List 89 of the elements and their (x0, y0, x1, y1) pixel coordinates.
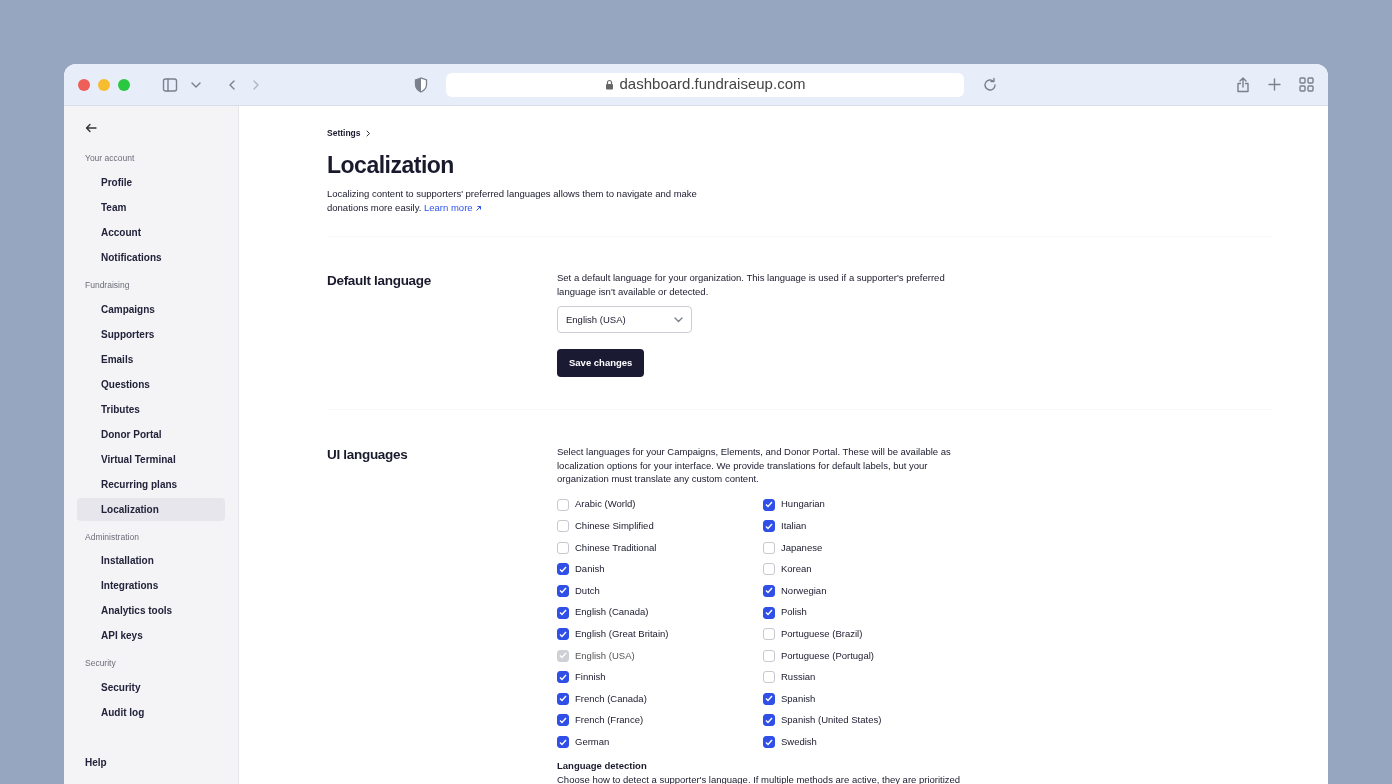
help-link[interactable]: Help (77, 751, 225, 774)
checkbox-label: Finnish (575, 670, 606, 685)
chevron-down-icon (674, 316, 683, 323)
checkbox[interactable] (557, 606, 569, 619)
checkbox-label: Portuguese (Brazil) (781, 627, 863, 641)
checkbox[interactable] (557, 736, 569, 749)
sidebar-item[interactable]: Notifications (77, 245, 225, 269)
shield-icon[interactable] (414, 76, 428, 93)
sidebar-group-heading: Administration (84, 530, 140, 544)
checkbox-label: Italian (781, 519, 807, 533)
sidebar-group-heading: Your account (84, 152, 136, 165)
share-icon[interactable] (1236, 76, 1250, 93)
close-window-icon[interactable] (78, 78, 90, 91)
checkbox-label: Spanish (United States) (781, 713, 882, 728)
checkbox-label: English (Great Britain) (575, 627, 669, 641)
section-heading: UI languages (327, 446, 409, 465)
sidebar-item[interactable]: Supporters (77, 322, 225, 346)
checkbox-label: Danish (575, 562, 605, 577)
maximize-window-icon[interactable] (118, 78, 130, 91)
plus-icon[interactable] (1268, 78, 1281, 91)
chevron-right-icon (364, 129, 371, 137)
url-text: dashboard.fundraiseup.com (619, 74, 806, 95)
checkbox[interactable] (763, 520, 775, 533)
checkbox[interactable] (763, 498, 775, 511)
section-heading: Default language (327, 272, 432, 291)
page-title: Localization (327, 150, 455, 180)
lock-icon (604, 79, 614, 90)
sidebar-item[interactable]: API keys (77, 624, 225, 648)
external-link-icon (475, 204, 483, 212)
sidebar-icon[interactable] (162, 76, 178, 93)
checkbox-label: French (France) (575, 713, 644, 728)
checkbox[interactable] (763, 736, 775, 749)
back-arrow-icon[interactable] (85, 122, 97, 134)
sidebar-item[interactable]: Analytics tools (77, 599, 225, 623)
checkbox-label: Portuguese (Portugal) (781, 648, 874, 663)
checkbox-label: Arabic (World) (575, 497, 636, 512)
checkbox[interactable] (557, 714, 569, 727)
section-description: Select languages for your Campaigns, Elements, and Donor Portal. These will be available as localization options for your interface. We provide translations for default labels, but your organization must translate any custom content. (557, 445, 952, 486)
checkbox-label: Spanish (781, 691, 816, 706)
sidebar-item[interactable]: Recurring plans (77, 472, 225, 496)
checkbox-label: Dutch (575, 583, 600, 598)
sidebar-item[interactable]: Donor Portal (77, 422, 225, 446)
sidebar-item[interactable]: Audit log (77, 701, 225, 724)
checkbox[interactable] (763, 584, 775, 597)
checkbox-label: Korean (781, 562, 812, 577)
breadcrumb-link[interactable]: Settings (327, 127, 361, 140)
checkbox-label: Chinese Simplified (575, 519, 654, 533)
checkbox[interactable] (763, 714, 775, 727)
sidebar-item[interactable]: Team (77, 195, 225, 219)
sidebar-item[interactable]: Integrations (77, 574, 225, 598)
tab-overview-icon[interactable] (1299, 77, 1314, 92)
save-button[interactable]: Save changes (557, 349, 645, 378)
sidebar-item[interactable]: Emails (77, 347, 225, 371)
sidebar-item[interactable]: Questions (77, 372, 225, 396)
subsection-heading: Language detection (557, 758, 648, 773)
language-select[interactable]: English (USA) (557, 306, 692, 334)
sidebar-item[interactable]: Security (77, 676, 225, 699)
checkbox-label: Hungarian (781, 497, 825, 512)
sidebar-item[interactable]: Tributes (77, 397, 225, 421)
address-bar[interactable]: dashboard.fundraiseup.com (446, 72, 964, 97)
checkbox-label: French (Canada) (575, 691, 647, 706)
checkbox-label: Polish (781, 605, 807, 620)
reload-icon[interactable] (982, 76, 998, 93)
checkbox-label: German (575, 734, 610, 749)
section-description: Set a default language for your organization. This language is used if a supporter's preferred language isn't available or detected. (557, 271, 946, 299)
checkbox-label: Russian (781, 670, 816, 685)
sidebar-item[interactable]: Installation (77, 549, 225, 573)
sidebar-item[interactable]: Account (77, 220, 225, 244)
page-description: Localizing content to supporters' preferred languages allows them to navigate and make donations more easily. Learn more (327, 187, 698, 215)
sidebar-item[interactable]: Campaigns (77, 297, 225, 321)
checkbox-label: English (Canada) (575, 605, 649, 620)
checkbox-label: Norwegian (781, 583, 827, 598)
checkbox-label: Swedish (781, 734, 817, 749)
checkbox-label: English (USA) (575, 648, 635, 663)
checkbox-label: Japanese (781, 540, 823, 555)
checkbox[interactable] (557, 563, 569, 576)
sidebar-item[interactable]: Localization (77, 497, 225, 521)
checkbox[interactable] (557, 671, 569, 684)
checkbox[interactable] (557, 692, 569, 705)
checkbox[interactable] (763, 692, 775, 705)
checkbox[interactable] (763, 606, 775, 619)
sidebar-item[interactable]: Virtual Terminal (77, 447, 225, 471)
checkbox[interactable] (557, 628, 569, 641)
sidebar-group-heading: Fundraising (84, 278, 131, 292)
sidebar-item[interactable]: Profile (77, 170, 225, 194)
sidebar-group-heading: Security (84, 657, 117, 671)
learn-more-link[interactable]: Learn more (424, 201, 483, 213)
checkbox-label: Chinese Traditional (575, 540, 657, 555)
checkbox[interactable] (557, 584, 569, 597)
